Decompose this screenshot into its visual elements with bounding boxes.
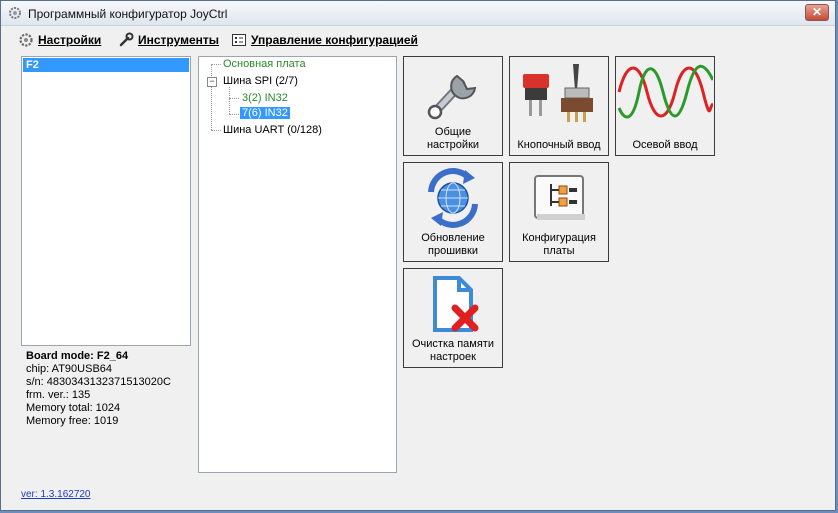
menu-tools[interactable]: Инструменты — [118, 32, 219, 48]
button-input-tile[interactable]: Кнопочный ввод — [509, 56, 609, 156]
board-serial: s/n: 4830343132371513020C — [26, 376, 171, 388]
general-settings-label: Общие настройки — [426, 126, 480, 151]
bus-tree[interactable]: Основная плата − Шина SPI (2/7) 3(2) IN3… — [198, 56, 397, 473]
button-input-label: Кнопочный ввод — [517, 139, 601, 151]
firmware-update-tile[interactable]: Обновление прошивки — [403, 162, 503, 262]
close-icon: ✕ — [811, 5, 823, 19]
tree-node-spi-bus[interactable]: Шина SPI (2/7) — [223, 75, 298, 87]
general-settings-tile[interactable]: Общие настройки — [403, 56, 503, 156]
menu-settings-label: Настройки — [38, 33, 102, 47]
collapse-icon[interactable]: − — [207, 77, 217, 87]
board-mode: Board mode: F2_64 — [26, 350, 129, 362]
title-bar[interactable]: Программный конфигуратор JoyCtrl ✕ — [1, 1, 835, 26]
collapse-glyph: − — [209, 76, 215, 86]
app-window: Программный конфигуратор JoyCtrl ✕ Настр… — [0, 0, 836, 511]
menu-config-management-label: Управление конфигурацией — [251, 33, 418, 47]
tree-connector — [211, 130, 221, 131]
delete-document-icon — [404, 271, 502, 337]
app-gear-icon — [9, 7, 21, 19]
memory-total: Memory total: 1024 — [26, 402, 121, 414]
memory-free: Memory free: 1019 — [26, 415, 119, 427]
board-config-tile[interactable]: Конфигурация платы — [509, 162, 609, 262]
tree-connector — [229, 87, 230, 114]
wrench-icon — [404, 59, 502, 125]
wrench-icon — [119, 32, 134, 47]
tree-connector — [229, 114, 239, 115]
tree-node-spi-device-1[interactable]: 3(2) IN32 — [242, 92, 288, 104]
menu-config-management[interactable]: Управление конфигурацией — [231, 32, 418, 48]
tree-connector — [211, 64, 212, 130]
menu-settings[interactable]: Настройки — [18, 32, 101, 48]
board-config-icon — [510, 165, 608, 231]
menu-tools-label: Инструменты — [138, 33, 220, 47]
tree-connector — [229, 98, 239, 99]
boards-list[interactable]: F2 — [21, 56, 191, 346]
board-list-item-f2[interactable]: F2 — [23, 58, 189, 72]
tree-node-main-board[interactable]: Основная плата — [223, 58, 306, 70]
sine-wave-icon — [616, 59, 714, 125]
config-icon — [232, 34, 246, 46]
firmware-update-label: Обновление прошивки — [421, 232, 485, 257]
toggle-switch-icon — [510, 59, 608, 125]
version-link[interactable]: ver: 1.3.162720 — [21, 489, 91, 500]
axis-input-tile[interactable]: Осевой ввод — [615, 56, 715, 156]
board-chip: chip: AT90USB64 — [26, 363, 113, 375]
clear-memory-tile[interactable]: Очистка памяти настроек — [403, 268, 503, 368]
globe-refresh-icon — [404, 165, 502, 231]
clear-memory-label: Очистка памяти настроек — [412, 338, 494, 363]
menu-bar: Настройки Инструменты Управление конфигу… — [1, 26, 835, 50]
gear-icon — [19, 33, 33, 47]
axis-input-label: Осевой ввод — [632, 139, 698, 151]
board-firmware: frm. ver.: 135 — [26, 389, 91, 401]
board-config-label: Конфигурация платы — [522, 232, 596, 257]
tree-connector — [211, 64, 221, 65]
tree-node-uart-bus[interactable]: Шина UART (0/128) — [223, 124, 322, 136]
close-button[interactable]: ✕ — [805, 4, 829, 21]
window-title: Программный конфигуратор JoyCtrl — [28, 7, 228, 21]
tree-node-spi-device-2[interactable]: 7(6) IN32 — [240, 107, 290, 119]
